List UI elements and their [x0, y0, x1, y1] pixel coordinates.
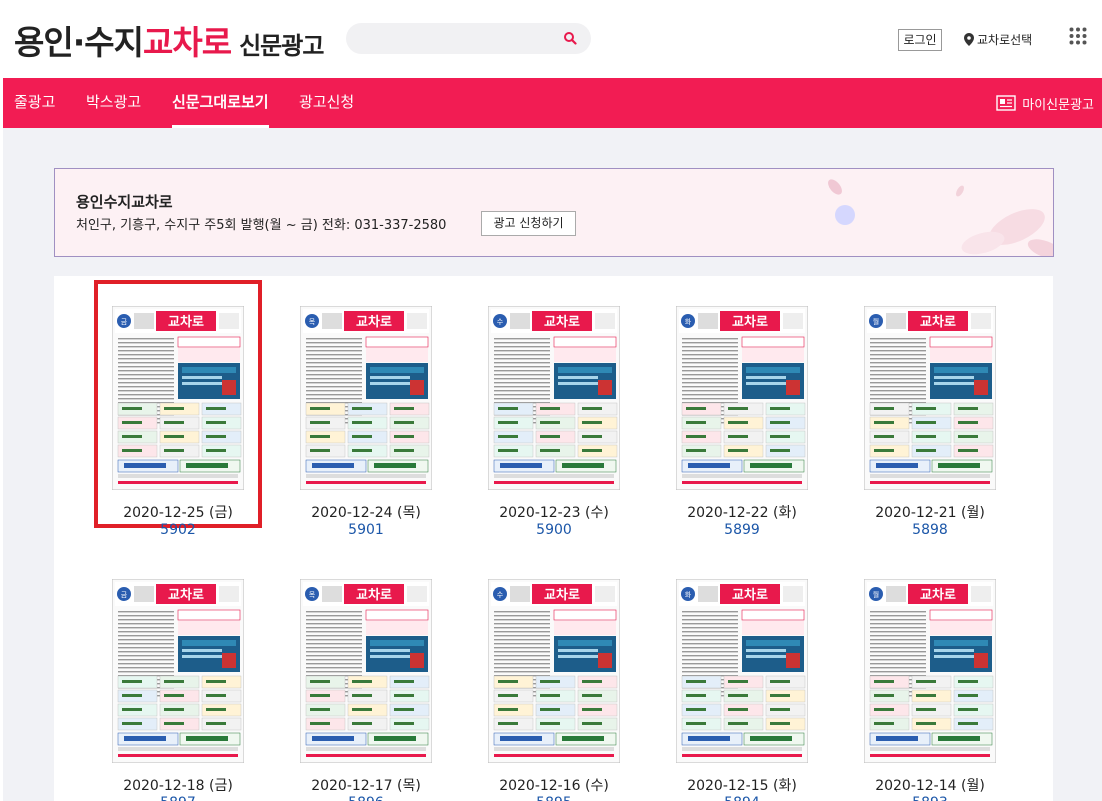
- newspaper-card[interactable]: 수 교차로 2020-12-16 (수)5895: [474, 557, 634, 801]
- newspaper-issue-number[interactable]: 5894: [662, 795, 822, 801]
- site-logo[interactable]: 용인·수지 교차로 신문광고: [14, 16, 324, 62]
- search-icon[interactable]: [563, 31, 577, 45]
- nav-item-box-ads[interactable]: 박스광고: [86, 78, 141, 128]
- logo-region-text: 용인·수지: [14, 23, 144, 62]
- thumb-day: 화: [685, 591, 692, 599]
- newspaper-date[interactable]: 2020-12-22 (화): [662, 502, 822, 522]
- thumb-day: 수: [497, 591, 504, 599]
- newspaper-date[interactable]: 2020-12-18 (금): [98, 775, 258, 795]
- thumb-day: 월: [873, 317, 879, 326]
- newspaper-thumbnail[interactable]: 화 교차로: [676, 579, 808, 763]
- thumb-masthead: 교차로: [168, 314, 204, 330]
- newspaper-issue-number[interactable]: 5897: [98, 795, 258, 801]
- newspaper-issue-number[interactable]: 5899: [662, 522, 822, 538]
- newspaper-card[interactable]: 목 교차로 2020-12-17 (목)5896: [286, 557, 446, 801]
- region-label: 교차로선택: [977, 32, 1033, 47]
- thumb-masthead: 교차로: [168, 587, 204, 603]
- nav-item-line-ads[interactable]: 줄광고: [14, 78, 55, 128]
- region-select[interactable]: 교차로선택: [964, 30, 1032, 48]
- newspaper-date[interactable]: 2020-12-21 (월): [850, 502, 1010, 522]
- location-pin-icon: [964, 32, 974, 46]
- thumb-day: 월: [873, 590, 879, 599]
- newspaper-card[interactable]: 월 교차로 2020-12-14 (월)5893: [850, 557, 1010, 801]
- newspaper-card[interactable]: 목 교차로 2020-12-24 (목) 5901: [286, 284, 446, 538]
- thumb-day: 화: [685, 318, 692, 326]
- newspaper-issue-number[interactable]: 5896: [286, 795, 446, 801]
- newspaper-thumbnail[interactable]: 목 교차로: [300, 306, 432, 490]
- logo-sub-text: 신문광고: [239, 32, 324, 60]
- search-input[interactable]: [360, 27, 550, 50]
- newspaper-date[interactable]: 2020-12-24 (목): [286, 502, 446, 522]
- thumb-masthead: 교차로: [544, 587, 580, 603]
- publisher-info-box: 용인수지교차로 처인구, 기흥구, 수지구 주5회 발행(월 ~ 금) 전화: …: [54, 168, 1054, 257]
- ad-apply-button[interactable]: 광고 신청하기: [481, 211, 576, 236]
- newspaper-card[interactable]: 금 교차로 2020-12-25 (금) 5902: [94, 280, 262, 538]
- thumb-day: 목: [309, 318, 316, 326]
- newspaper-card[interactable]: 금 교차로 2020-12-18 (금)5897: [98, 557, 258, 801]
- newspaper-date[interactable]: 2020-12-17 (목): [286, 775, 446, 795]
- thumb-masthead: 교차로: [356, 587, 392, 603]
- newspaper-thumbnail[interactable]: 수 교차로: [488, 579, 620, 763]
- newspaper-date[interactable]: 2020-12-15 (화): [662, 775, 822, 795]
- login-button[interactable]: 로그인: [898, 29, 942, 51]
- thumb-day: 목: [309, 591, 316, 599]
- search-box: [346, 23, 591, 54]
- nav-item-ad-apply[interactable]: 광고신청: [299, 78, 354, 128]
- newspaper-issue-number[interactable]: 5900: [474, 522, 634, 538]
- grid-menu-icon[interactable]: [1069, 27, 1087, 45]
- thumb-day: 금: [121, 591, 128, 599]
- newspaper-card[interactable]: 화 교차로 2020-12-15 (화)5894: [662, 557, 822, 801]
- newspaper-thumbnail[interactable]: 화 교차로: [676, 306, 808, 490]
- publisher-description: 처인구, 기흥구, 수지구 주5회 발행(월 ~ 금) 전화: 031-337-…: [76, 218, 447, 233]
- newspaper-thumbnail[interactable]: 수 교차로: [488, 306, 620, 490]
- my-newspaper-label: 마이신문광고: [1022, 97, 1094, 113]
- main-nav: 줄광고 박스광고 신문그대로보기 광고신청 마이신문광고: [3, 78, 1102, 128]
- thumb-masthead: 교차로: [544, 314, 580, 330]
- newspaper-issue-number[interactable]: 5895: [474, 795, 634, 801]
- newspaper-issue-number[interactable]: 5902: [98, 522, 258, 538]
- newspaper-thumbnail[interactable]: 금 교차로: [112, 579, 244, 763]
- logo-brand-text: 교차로: [142, 23, 232, 62]
- newspaper-date[interactable]: 2020-12-14 (월): [850, 775, 1010, 795]
- content-area: 용인수지교차로 처인구, 기흥구, 수지구 주5회 발행(월 ~ 금) 전화: …: [3, 128, 1102, 801]
- newspaper-grid: 금 교차로 2020-12-25 (금) 5902 목 교차로 2020-12-24 (목)…: [54, 276, 1053, 801]
- newspaper-card[interactable]: 월 교차로 2020-12-21 (월) 5898: [850, 284, 1010, 538]
- newspaper-issue-number[interactable]: 5901: [286, 522, 446, 538]
- thumb-masthead: 교차로: [920, 314, 956, 330]
- thumb-masthead: 교차로: [356, 314, 392, 330]
- thumb-masthead: 교차로: [920, 587, 956, 603]
- newspaper-card[interactable]: 화 교차로 2020-12-22 (화) 5899: [662, 284, 822, 538]
- newspaper-thumbnail[interactable]: 목 교차로: [300, 579, 432, 763]
- newspaper-thumbnail[interactable]: 금 교차로: [112, 306, 244, 490]
- newspaper-thumbnail[interactable]: 월 교차로: [864, 579, 996, 763]
- newspaper-card[interactable]: 수 교차로 2020-12-23 (수) 5900: [474, 284, 634, 538]
- newspaper-icon: [996, 95, 1016, 111]
- thumb-masthead: 교차로: [732, 314, 768, 330]
- nav-item-newspaper-view[interactable]: 신문그대로보기: [172, 78, 269, 128]
- header: 용인·수지 교차로 신문광고 로그인 교차로선택: [0, 0, 1102, 78]
- newspaper-issue-number[interactable]: 5898: [850, 522, 1010, 538]
- flower-decoration: [828, 179, 1053, 256]
- thumb-day: 금: [121, 318, 128, 326]
- newspaper-issue-number[interactable]: 5893: [850, 795, 1010, 801]
- newspaper-thumbnail[interactable]: 월 교차로: [864, 306, 996, 490]
- thumb-masthead: 교차로: [732, 587, 768, 603]
- publisher-title: 용인수지교차로: [76, 193, 173, 211]
- newspaper-date[interactable]: 2020-12-25 (금): [98, 502, 258, 522]
- my-newspaper-link[interactable]: 마이신문광고: [996, 92, 1094, 114]
- newspaper-date[interactable]: 2020-12-23 (수): [474, 502, 634, 522]
- newspaper-date[interactable]: 2020-12-16 (수): [474, 775, 634, 795]
- thumb-day: 수: [497, 318, 504, 326]
